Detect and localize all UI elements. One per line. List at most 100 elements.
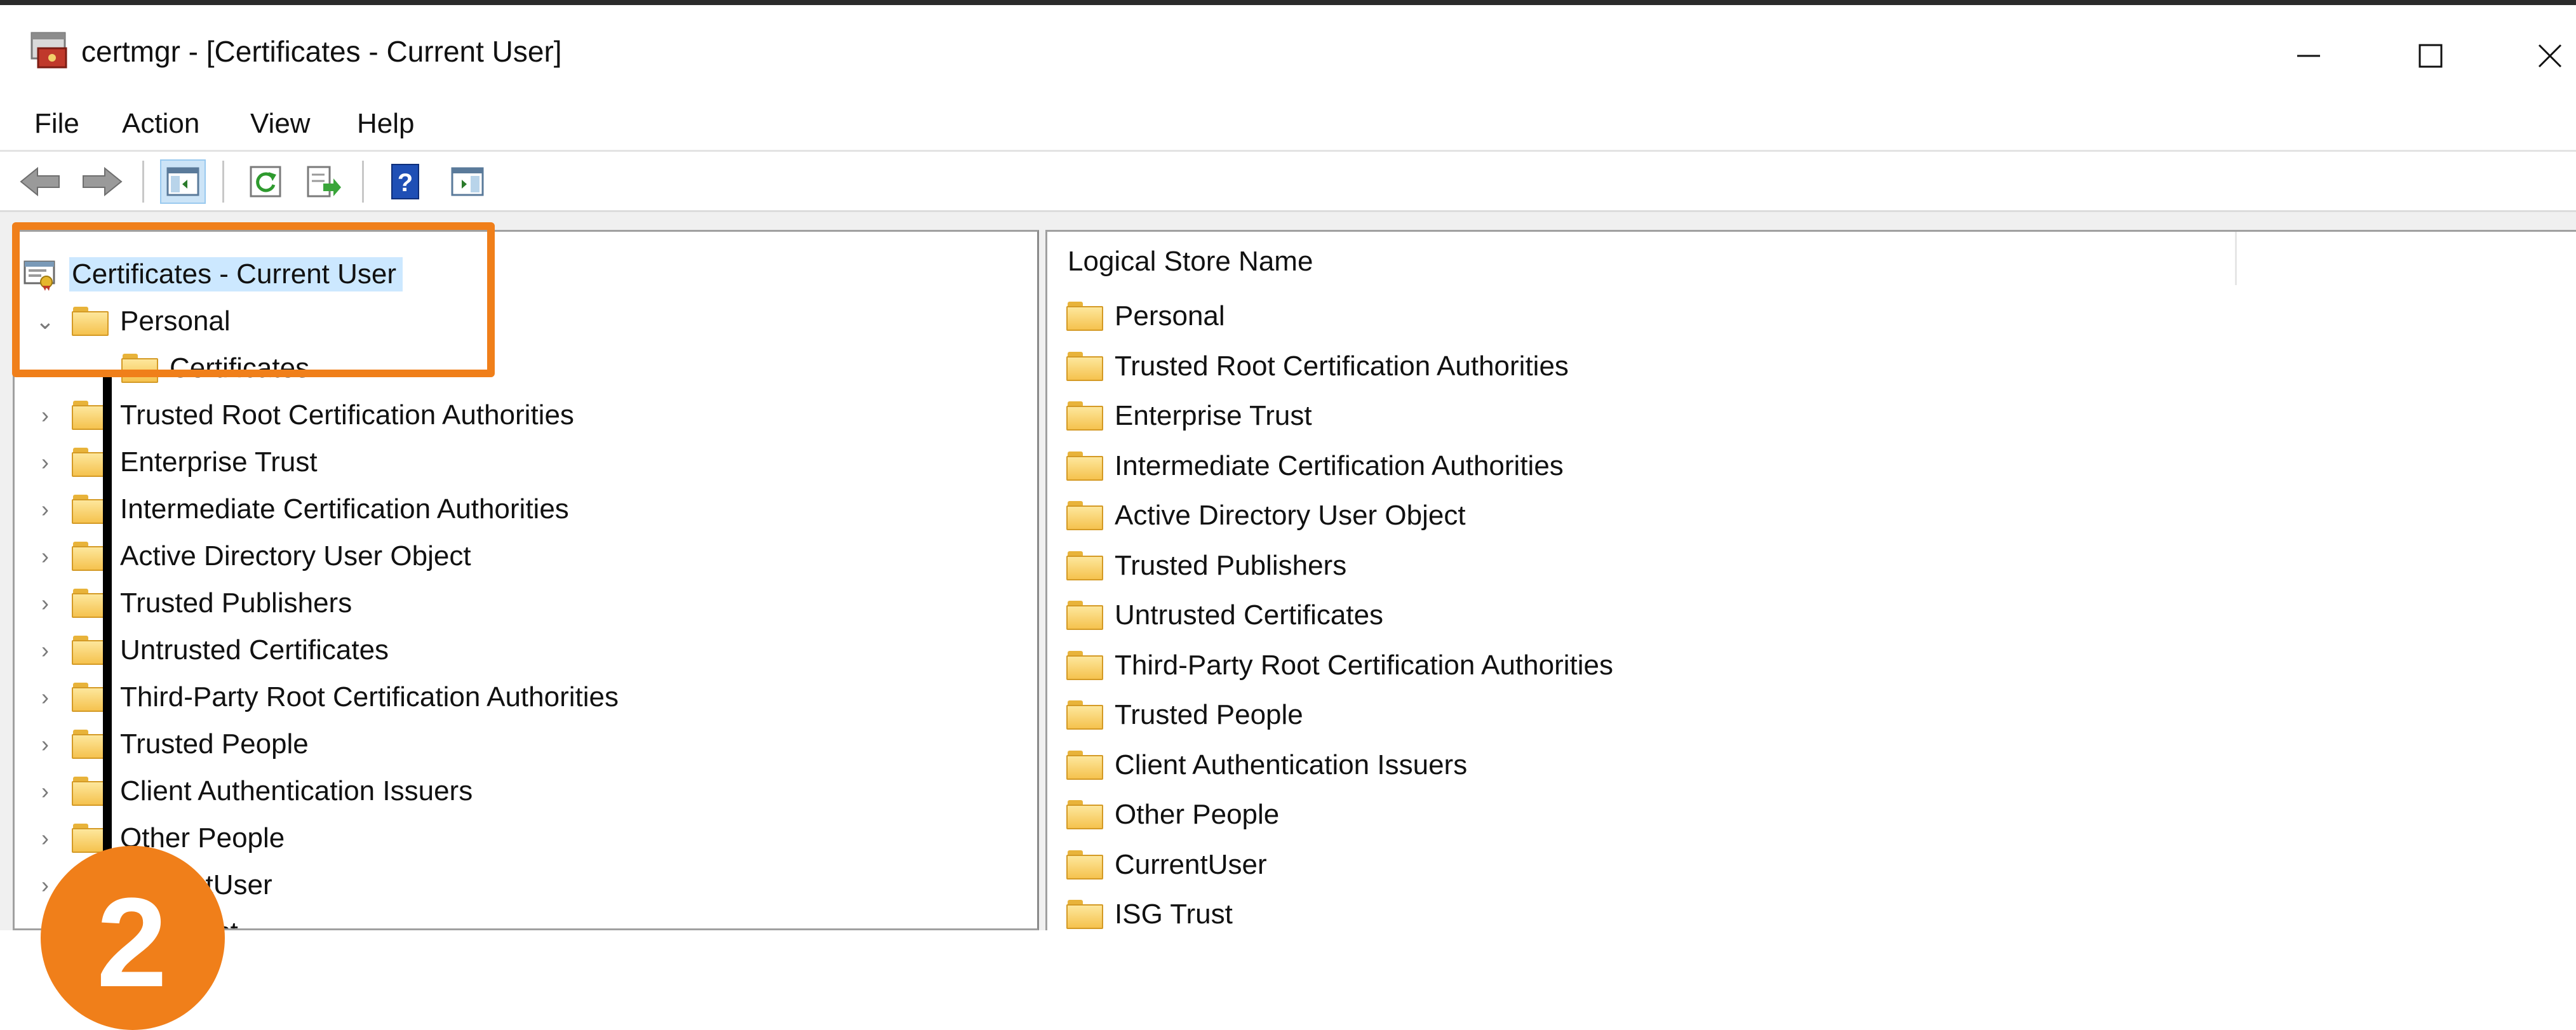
list-item[interactable]: Untrusted Certificates bbox=[1066, 593, 1383, 638]
tree-item-label: Active Directory User Object bbox=[120, 540, 471, 572]
tree-item[interactable]: Active Directory User Object bbox=[72, 535, 471, 577]
refresh-button[interactable] bbox=[243, 159, 288, 204]
menu-file[interactable]: File bbox=[34, 108, 79, 140]
menu-bar: File Action View Help bbox=[0, 99, 2576, 152]
help-button[interactable]: ? bbox=[382, 159, 428, 204]
list-item[interactable]: Enterprise Trust bbox=[1066, 394, 1312, 438]
tree-item[interactable]: Intermediate Certification Authorities bbox=[72, 488, 569, 530]
toolbar-separator bbox=[142, 161, 144, 203]
maximize-button[interactable] bbox=[2396, 24, 2465, 88]
step-number: 2 bbox=[97, 872, 168, 1013]
chevron-right-icon[interactable]: › bbox=[32, 817, 58, 859]
forward-arrow-icon bbox=[83, 166, 123, 197]
window-top-edge bbox=[0, 0, 2576, 5]
list-item[interactable]: Trusted Publishers bbox=[1066, 544, 1346, 588]
list-item-label: Intermediate Certification Authorities bbox=[1115, 450, 1564, 481]
tree-item-label: Client Authentication Issuers bbox=[120, 775, 473, 806]
list-item[interactable]: Trusted People bbox=[1066, 693, 1303, 737]
menu-help[interactable]: Help bbox=[357, 108, 415, 140]
tree-item[interactable]: Untrusted Certificates bbox=[72, 629, 389, 671]
list-item[interactable]: Client Authentication Issuers bbox=[1066, 743, 1467, 787]
tree-item-label: Trusted People bbox=[120, 728, 309, 759]
list-item-label: Personal bbox=[1115, 300, 1225, 331]
list-item[interactable]: Personal bbox=[1066, 294, 1225, 338]
title-bar[interactable]: certmgr - [Certificates - Current User] bbox=[0, 5, 2576, 99]
chevron-right-icon[interactable]: › bbox=[32, 723, 58, 765]
list-item-label: Client Authentication Issuers bbox=[1115, 749, 1468, 780]
folder-icon bbox=[1066, 501, 1103, 530]
list-item[interactable]: ISG Trust bbox=[1066, 892, 1233, 930]
results-list-pane[interactable]: Logical Store Name Personal Trusted Root … bbox=[1045, 230, 2576, 930]
folder-icon bbox=[1066, 551, 1103, 580]
folder-icon bbox=[1066, 750, 1103, 780]
step-number-badge: 2 bbox=[41, 846, 225, 1030]
list-item-label: Enterprise Trust bbox=[1115, 400, 1312, 431]
export-list-button[interactable] bbox=[301, 159, 347, 204]
chevron-right-icon[interactable]: › bbox=[32, 676, 58, 718]
show-hide-console-tree-icon bbox=[166, 167, 199, 196]
tree-item-label: Trusted Publishers bbox=[120, 587, 352, 619]
list-item[interactable]: CurrentUser bbox=[1066, 843, 1267, 887]
menu-action[interactable]: Action bbox=[122, 108, 199, 140]
list-item-label: Trusted People bbox=[1115, 699, 1303, 730]
list-item-label: Trusted Publishers bbox=[1115, 549, 1347, 581]
tree-item[interactable]: Trusted Root Certification Authorities bbox=[72, 394, 574, 436]
show-action-pane-icon bbox=[451, 167, 484, 196]
folder-icon bbox=[1066, 401, 1103, 431]
forward-button[interactable] bbox=[79, 159, 124, 204]
tree-item-label: Untrusted Certificates bbox=[120, 634, 389, 665]
chevron-right-icon[interactable]: › bbox=[32, 441, 58, 483]
back-button[interactable] bbox=[18, 159, 64, 204]
list-item-label: CurrentUser bbox=[1115, 848, 1267, 880]
list-item[interactable]: Trusted Root Certification Authorities bbox=[1066, 344, 1569, 389]
folder-icon bbox=[1066, 351, 1103, 381]
toolbar-separator bbox=[222, 161, 224, 203]
list-item-label: Third-Party Root Certification Authoriti… bbox=[1115, 649, 1613, 681]
list-item[interactable]: Active Directory User Object bbox=[1066, 493, 1466, 538]
tree-item-label: Third-Party Root Certification Authoriti… bbox=[120, 681, 619, 712]
certmgr-app-icon bbox=[29, 29, 71, 71]
refresh-icon bbox=[250, 166, 281, 197]
toolbar-separator bbox=[362, 161, 364, 203]
tree-item[interactable]: Client Authentication Issuers bbox=[72, 770, 473, 812]
chevron-right-icon[interactable]: › bbox=[32, 394, 58, 436]
folder-icon bbox=[1066, 700, 1103, 730]
folder-icon bbox=[1066, 650, 1103, 680]
maximize-icon bbox=[2418, 44, 2443, 68]
minimize-icon bbox=[2297, 55, 2320, 57]
column-header-label: Logical Store Name bbox=[1068, 246, 1313, 277]
folder-icon bbox=[1066, 900, 1103, 929]
list-item[interactable]: Intermediate Certification Authorities bbox=[1066, 444, 1564, 488]
svg-text:?: ? bbox=[398, 169, 413, 197]
list-item[interactable]: Third-Party Root Certification Authoriti… bbox=[1066, 643, 1613, 688]
tree-item[interactable]: Third-Party Root Certification Authoriti… bbox=[72, 676, 619, 718]
close-button[interactable] bbox=[2515, 24, 2576, 88]
list-item-label: Active Directory User Object bbox=[1115, 500, 1466, 531]
tree-item-label: Intermediate Certification Authorities bbox=[120, 493, 569, 525]
export-list-icon bbox=[307, 166, 341, 197]
window-title: certmgr - [Certificates - Current User] bbox=[81, 35, 562, 68]
chevron-right-icon[interactable]: › bbox=[32, 770, 58, 812]
list-item-label: ISG Trust bbox=[1115, 899, 1233, 930]
show-action-pane-button[interactable] bbox=[445, 159, 490, 204]
close-icon bbox=[2538, 44, 2562, 68]
help-icon: ? bbox=[391, 164, 419, 199]
chevron-right-icon[interactable]: › bbox=[32, 535, 58, 577]
chevron-right-icon[interactable]: › bbox=[32, 629, 58, 671]
folder-icon bbox=[1066, 601, 1103, 630]
menu-view[interactable]: View bbox=[250, 108, 311, 140]
folder-icon bbox=[1066, 800, 1103, 829]
folder-icon bbox=[1066, 850, 1103, 880]
tree-item-label: Trusted Root Certification Authorities bbox=[120, 399, 574, 431]
tree-item[interactable]: Trusted Publishers bbox=[72, 582, 352, 624]
list-item[interactable]: Other People bbox=[1066, 793, 1279, 837]
minimize-button[interactable] bbox=[2274, 24, 2344, 88]
back-arrow-icon bbox=[20, 166, 60, 197]
column-header-logical-store-name[interactable]: Logical Store Name bbox=[1047, 232, 2237, 285]
list-item-label: Untrusted Certificates bbox=[1115, 599, 1384, 631]
chevron-right-icon[interactable]: › bbox=[32, 582, 58, 624]
show-hide-console-tree-button[interactable] bbox=[160, 159, 206, 204]
highlight-box-annotation bbox=[12, 222, 495, 377]
list-item-label: Other People bbox=[1115, 799, 1280, 830]
chevron-right-icon[interactable]: › bbox=[32, 488, 58, 530]
